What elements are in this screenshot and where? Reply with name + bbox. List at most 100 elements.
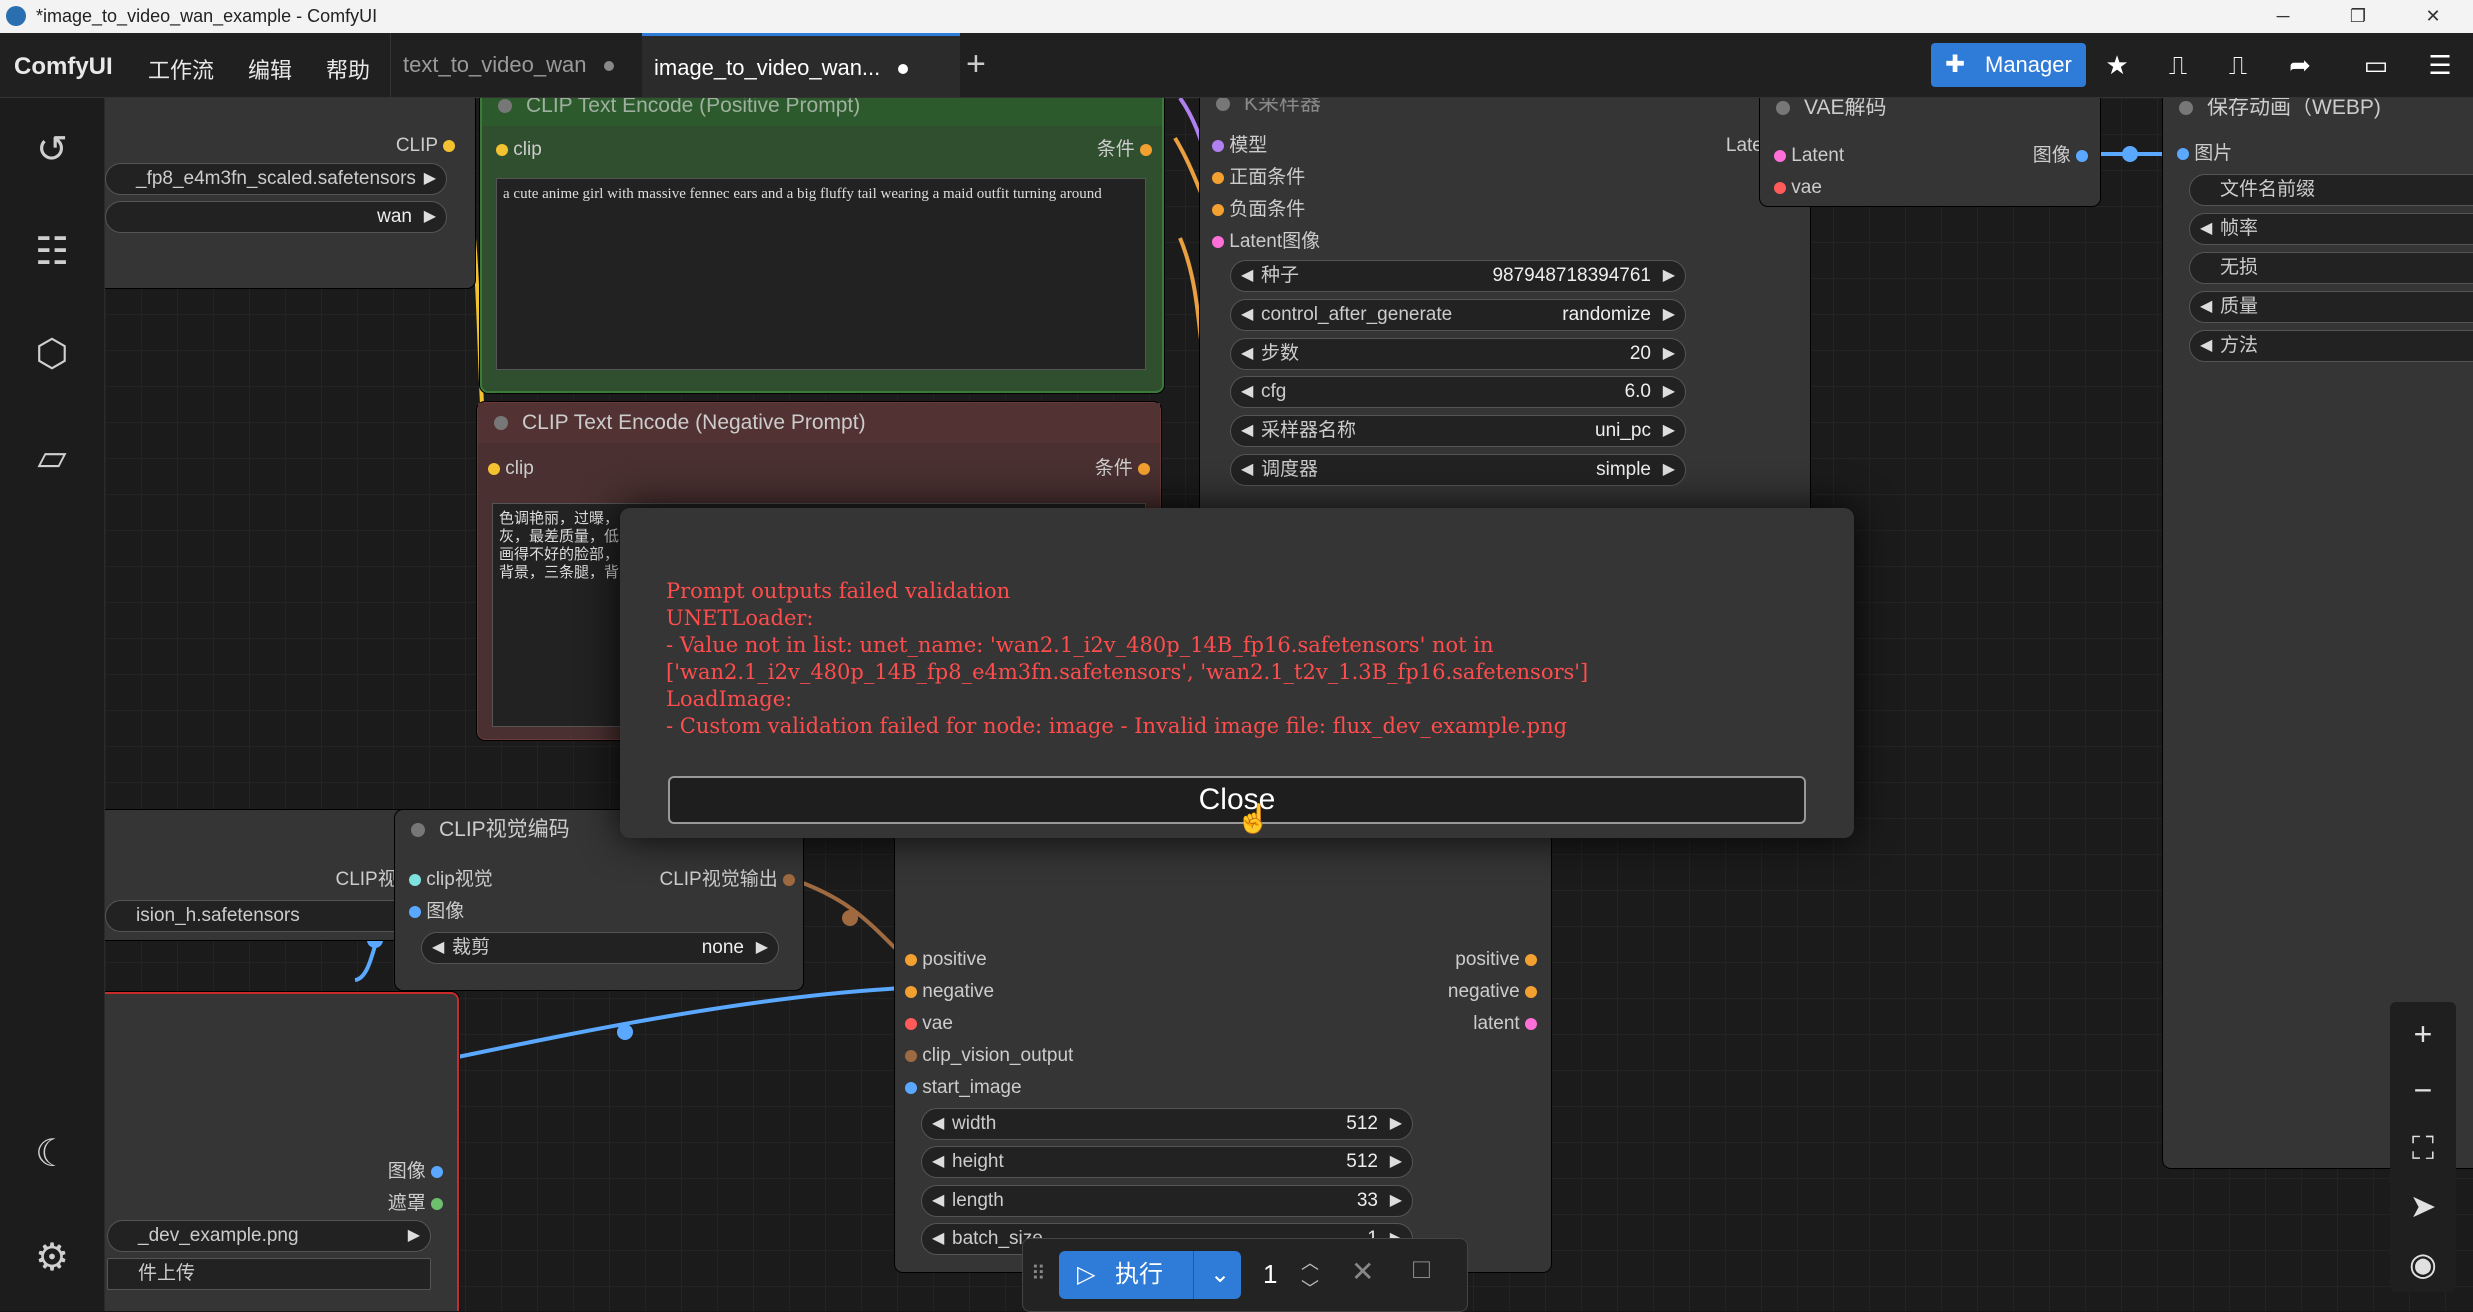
menu-help[interactable]: 帮助 (326, 53, 370, 85)
star-icon[interactable]: ★ (2099, 47, 2135, 83)
output-image[interactable]: 图像 (388, 1160, 443, 1184)
collapse-dot-icon[interactable] (1216, 98, 1230, 111)
wan-image-to-video-node[interactable]: positive negative vae clip_vision_output… (895, 818, 1551, 1272)
arrow-left-icon[interactable]: ◀ (932, 1147, 944, 1177)
comfyui-logo[interactable]: ComfyUI (14, 53, 113, 81)
decrement-icon[interactable]: ﹀ (1301, 1275, 1319, 1301)
widget-lossless[interactable]: 无损 (2189, 252, 2473, 284)
widget-filename-prefix[interactable]: 文件名前缀 (2189, 174, 2473, 206)
manager-button[interactable]: ✚ Manager (1931, 43, 2086, 87)
widget-cfg[interactable]: ◀ cfg 6.0 ▶ (1230, 376, 1686, 408)
arrow-right-icon[interactable]: ▶ (1390, 1186, 1402, 1216)
arrow-right-icon[interactable]: ▶ (424, 202, 436, 232)
input-positive[interactable]: positive (905, 948, 987, 972)
widget-clip-vision-name[interactable]: ision_h.safetensors▶ (105, 900, 427, 932)
arrow-right-icon[interactable]: ▶ (408, 1221, 420, 1251)
vae-decode-node[interactable]: VAE解码 Latent vae 图像 (1760, 98, 2100, 206)
arrow-right-icon[interactable]: ▶ (424, 164, 436, 194)
output-clip[interactable]: CLIP (396, 134, 455, 158)
model-loader-node[interactable]: CLIP _fp8_e4m3fn_scaled.safetensors ▶ wan… (105, 98, 475, 288)
collapse-dot-icon[interactable] (411, 823, 425, 837)
workflows-folder-icon[interactable]: ▱ (26, 432, 78, 484)
input-images[interactable]: 图片 (2177, 142, 2232, 166)
input-model[interactable]: 模型 (1212, 134, 1267, 158)
queue-alt-icon[interactable]: ⎍ (2220, 47, 2256, 83)
output-negative[interactable]: negative (1448, 980, 1537, 1004)
arrow-left-icon[interactable]: ◀ (1241, 455, 1253, 485)
collapse-dot-icon[interactable] (2179, 101, 2193, 115)
output-conditioning[interactable]: 条件 (1095, 457, 1150, 481)
arrow-left-icon[interactable]: ◀ (2200, 292, 2212, 322)
widget-sampler-name[interactable]: ◀ 采样器名称 uni_pc ▶ (1230, 415, 1686, 447)
input-negative[interactable]: negative (905, 980, 994, 1004)
menu-edit[interactable]: 编辑 (248, 53, 292, 85)
input-image[interactable]: 图像 (409, 900, 464, 924)
widget-method[interactable]: ◀ 方法 (2189, 330, 2473, 362)
navigate-icon[interactable]: ➤ (2401, 1184, 2445, 1228)
arrow-left-icon[interactable]: ◀ (1241, 377, 1253, 407)
arrow-right-icon[interactable]: ▶ (1663, 339, 1675, 369)
arrow-right-icon[interactable]: ▶ (1390, 1109, 1402, 1139)
output-latent[interactable]: latent (1473, 1012, 1537, 1036)
chevron-down-icon[interactable]: ⌄ (1193, 1251, 1230, 1299)
tab-text-to-video-wan[interactable]: text_to_video_wan (390, 33, 653, 97)
output-clip-vision-output[interactable]: CLIP视觉输出 (659, 868, 795, 892)
input-start-image[interactable]: start_image (905, 1076, 1022, 1100)
input-vae[interactable]: vae (905, 1012, 953, 1036)
widget-quality[interactable]: ◀ 质量 (2189, 291, 2473, 323)
input-clip-vision-output[interactable]: clip_vision_output (905, 1044, 1073, 1068)
collapse-dot-icon[interactable] (498, 99, 512, 113)
input-negative[interactable]: 负面条件 (1212, 198, 1305, 222)
widget-fps[interactable]: ◀ 帧率 (2189, 213, 2473, 245)
collapse-dot-icon[interactable] (494, 416, 508, 430)
widget-length[interactable]: ◀ length 33 ▶ (921, 1185, 1413, 1217)
input-clip[interactable]: clip (496, 138, 542, 162)
input-vae[interactable]: vae (1774, 176, 1822, 200)
arrow-right-icon[interactable]: ▶ (1390, 1147, 1402, 1177)
panel-icon[interactable]: ▭ (2358, 47, 2394, 83)
arrow-left-icon[interactable]: ◀ (932, 1186, 944, 1216)
output-conditioning[interactable]: 条件 (1097, 138, 1152, 162)
arrow-right-icon[interactable]: ▶ (1663, 261, 1675, 291)
cancel-icon[interactable]: ✕ (1351, 1255, 1374, 1288)
menu-icon[interactable]: ☰ (2422, 47, 2458, 83)
restore-button[interactable]: ❐ (2335, 0, 2381, 33)
minimize-button[interactable]: ─ (2260, 0, 2306, 33)
collapse-dot-icon[interactable] (1776, 101, 1790, 115)
stop-icon[interactable]: □ (1413, 1253, 1430, 1285)
input-latent[interactable]: Latent (1774, 144, 1844, 168)
model-library-icon[interactable]: ⬡ (26, 328, 78, 380)
widget-height[interactable]: ◀ height 512 ▶ (921, 1146, 1413, 1178)
widget-crop[interactable]: ◀ 裁剪 none ▶ (421, 932, 779, 964)
widget-scheduler[interactable]: ◀ 调度器 simple ▶ (1230, 454, 1686, 486)
arrow-left-icon[interactable]: ◀ (932, 1109, 944, 1139)
run-button[interactable]: ▷ 执行 ⌄ (1059, 1251, 1241, 1299)
arrow-left-icon[interactable]: ◀ (1241, 261, 1253, 291)
drag-handle-icon[interactable]: ⠿ (1031, 1261, 1046, 1286)
widget-seed[interactable]: ◀ 种子 987948718394761 ▶ (1230, 260, 1686, 292)
output-mask[interactable]: 遮罩 (388, 1192, 443, 1216)
share-icon[interactable]: ➦ (2282, 47, 2318, 83)
input-positive[interactable]: 正面条件 (1212, 166, 1305, 190)
positive-prompt-textarea[interactable]: a cute anime girl with massive fennec ea… (496, 178, 1146, 370)
arrow-left-icon[interactable]: ◀ (1241, 339, 1253, 369)
increment-icon[interactable]: ︿ (1301, 1249, 1319, 1275)
theme-moon-icon[interactable]: ☾ (26, 1128, 78, 1180)
upload-button[interactable]: 件上传 (107, 1258, 431, 1290)
queue-list-icon[interactable]: ☷ (26, 226, 78, 278)
arrow-left-icon[interactable]: ◀ (432, 933, 444, 963)
widget-steps[interactable]: ◀ 步数 20 ▶ (1230, 338, 1686, 370)
arrow-right-icon[interactable]: ▶ (1663, 455, 1675, 485)
load-image-node[interactable]: 图像 遮罩 _dev_example.png ▶ 件上传 (105, 992, 459, 1311)
output-positive[interactable]: positive (1455, 948, 1537, 972)
ksampler-node[interactable]: K采样器 模型 正面条件 负面条件 Latent图像 Latent ◀ 种子 987… (1200, 98, 1810, 524)
close-window-button[interactable]: ✕ (2410, 0, 2456, 33)
new-tab-button[interactable]: + (966, 45, 986, 84)
clip-text-encode-positive-node[interactable]: CLIP Text Encode (Positive Prompt) clip … (480, 98, 1164, 393)
fit-view-icon[interactable]: ⛶ (2401, 1126, 2445, 1170)
history-icon[interactable]: ↺ (26, 124, 78, 176)
arrow-left-icon[interactable]: ◀ (932, 1224, 944, 1254)
input-clip[interactable]: clip (488, 457, 534, 481)
arrow-right-icon[interactable]: ▶ (756, 933, 768, 963)
arrow-left-icon[interactable]: ◀ (1241, 416, 1253, 446)
